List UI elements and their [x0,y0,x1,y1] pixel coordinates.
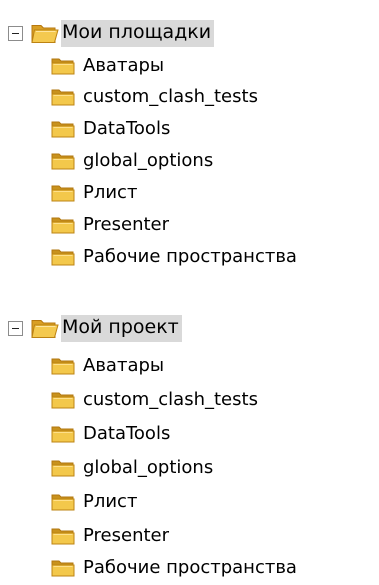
folder-icon [51,392,75,409]
tree-item-label: custom_clash_tests [83,389,258,410]
folder-icon [51,560,75,577]
tree-item-label: Рлист [83,182,138,203]
tree-item-label: Presenter [83,214,170,235]
tree-item-rlist[interactable]: Рлист [51,487,137,517]
tree-item-global-options[interactable]: global_options [51,146,213,176]
collapse-toggle-icon[interactable] [8,320,23,336]
folder-icon [51,153,75,170]
tree-item-label: Рабочие пространства [83,557,297,578]
tree-root-label[interactable]: Мой проект [61,314,182,342]
tree-item-presenter[interactable]: Presenter [51,210,169,240]
tree-item-label: custom_clash_tests [83,86,258,107]
tree-item-label: global_options [83,457,214,478]
tree-root-my-project[interactable]: Мой проект [8,313,182,343]
open-folder-icon [31,25,59,43]
open-folder-icon [31,320,59,338]
folder-icon [51,217,75,234]
folder-icon [51,58,75,75]
tree-root-my-sites[interactable]: Мои площадки [8,18,215,48]
folder-icon [51,185,75,202]
tree-item-custom-clash-tests[interactable]: custom_clash_tests [51,385,258,415]
tree-item-datatools[interactable]: DataTools [51,114,170,144]
folder-icon [51,426,75,443]
tree-item-avatars[interactable]: Аватары [51,351,164,381]
tree-item-label: DataTools [83,423,171,444]
folder-icon [51,494,75,511]
tree-item-workspaces[interactable]: Рабочие пространства [51,242,297,272]
tree-item-workspaces[interactable]: Рабочие пространства [51,553,297,583]
folder-icon [51,121,75,138]
tree-item-avatars[interactable]: Аватары [51,51,164,81]
tree-item-label: Аватары [83,55,165,76]
tree-item-datatools[interactable]: DataTools [51,419,170,449]
tree-item-custom-clash-tests[interactable]: custom_clash_tests [51,82,258,112]
tree-item-label: global_options [83,150,214,171]
folder-tree: Мои площадки Аватары custom_clash_tests … [0,0,379,585]
folder-icon [51,358,75,375]
tree-item-label: Аватары [83,355,165,376]
folder-icon [51,528,75,545]
folder-icon [51,249,75,266]
tree-item-label: Presenter [83,525,170,546]
tree-item-rlist[interactable]: Рлист [51,178,137,208]
tree-item-label: Рлист [83,491,138,512]
tree-item-global-options[interactable]: global_options [51,453,213,483]
folder-icon [51,460,75,477]
tree-item-presenter[interactable]: Presenter [51,521,169,551]
collapse-toggle-icon[interactable] [8,25,23,41]
tree-root-label[interactable]: Мои площадки [61,19,215,47]
folder-icon [51,89,75,106]
tree-item-label: DataTools [83,118,171,139]
tree-item-label: Рабочие пространства [83,246,297,267]
